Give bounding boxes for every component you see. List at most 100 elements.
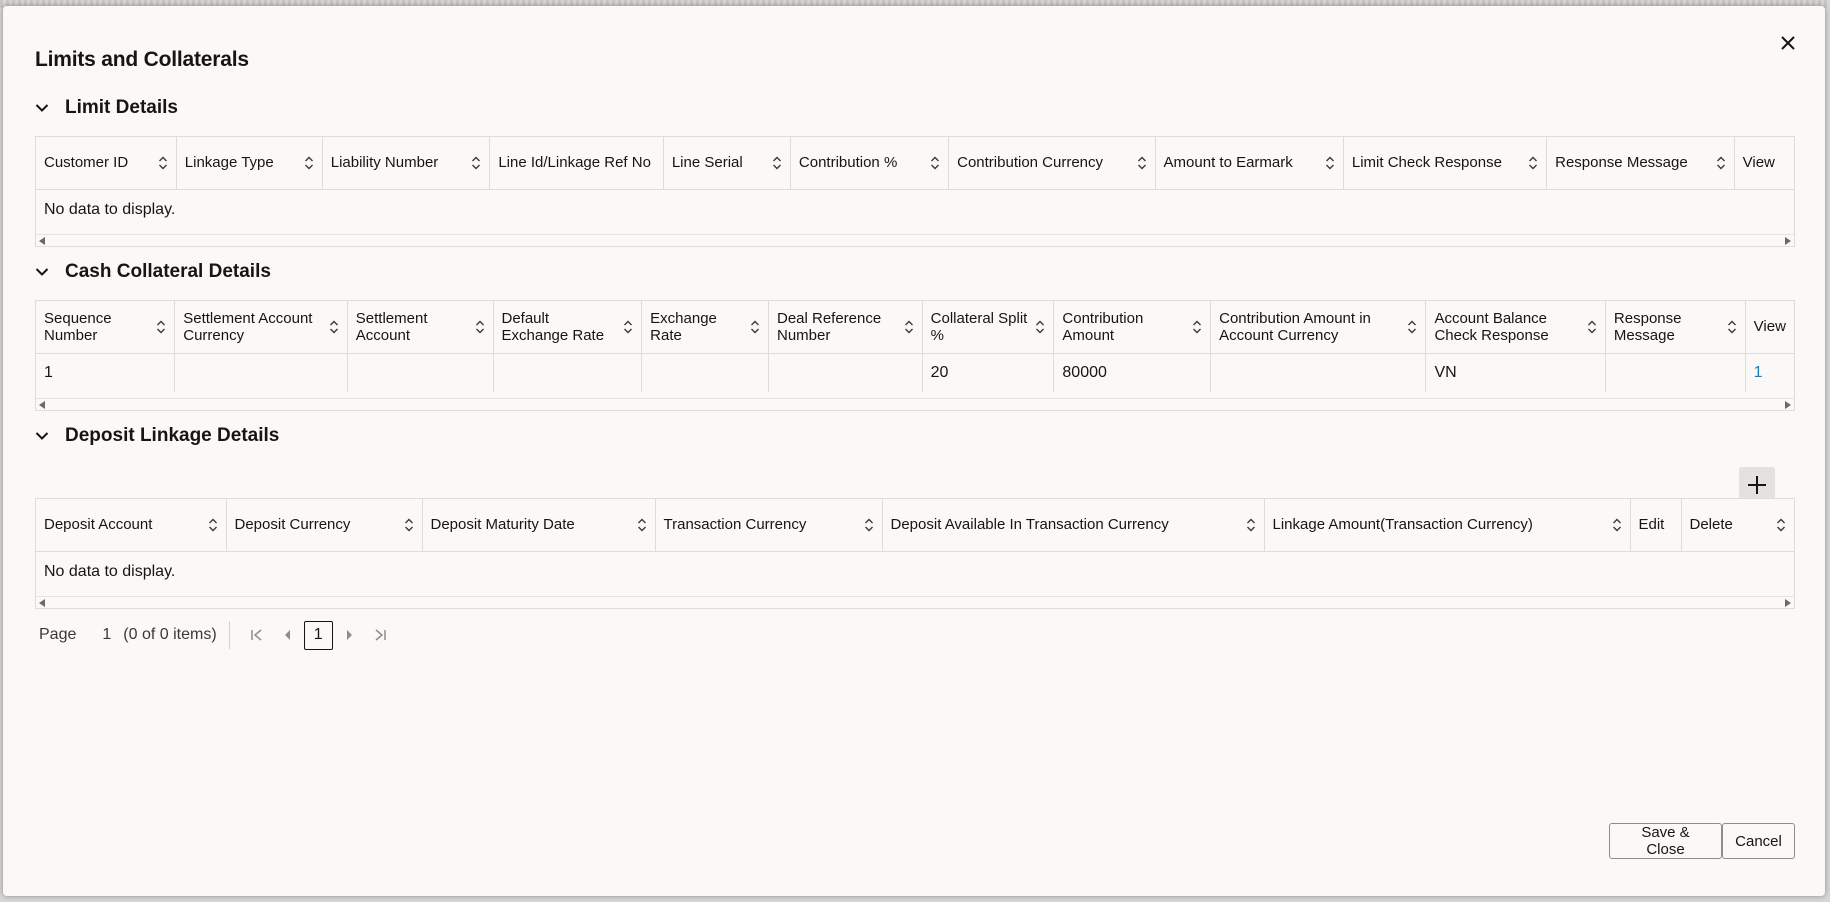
first-page-icon (250, 629, 262, 641)
cell-settlement-account-currency (174, 353, 348, 392)
plus-icon (1748, 476, 1766, 494)
sort-icon (208, 518, 218, 532)
col-contribution-amount-account-currency[interactable]: Contribution Amount in Account Currency (1210, 301, 1427, 354)
col-deal-reference-number[interactable]: Deal Reference Number (768, 301, 923, 354)
chevron-down-icon (35, 425, 57, 447)
col-deposit-available[interactable]: Deposit Available In Transaction Currenc… (882, 499, 1265, 552)
cell-exchange-rate (641, 353, 769, 392)
col-linkage-amount[interactable]: Linkage Amount(Transaction Currency) (1264, 499, 1631, 552)
cancel-button[interactable]: Cancel (1722, 823, 1795, 859)
cash-collateral-table: Sequence Number Settlement Account Curre… (35, 300, 1795, 411)
col-customer-id[interactable]: Customer ID (36, 137, 177, 190)
sort-icon (404, 518, 414, 532)
page-input[interactable]: 1 (102, 626, 111, 644)
limit-details-header[interactable]: Limit Details (35, 97, 178, 119)
col-response-message[interactable]: Response Message (1605, 301, 1746, 354)
sort-icon (304, 156, 314, 170)
scroll-right-icon[interactable] (1784, 599, 1791, 607)
col-liability-number[interactable]: Liability Number (322, 137, 491, 190)
chevron-down-icon (35, 97, 57, 119)
first-page-button[interactable] (242, 620, 272, 650)
sort-icon (329, 320, 339, 334)
cell-response-message (1605, 353, 1746, 392)
next-page-button[interactable] (335, 620, 365, 650)
cash-collateral-scrollbar[interactable] (36, 398, 1794, 410)
col-default-exchange-rate[interactable]: Default Exchange Rate (493, 301, 643, 354)
col-collateral-split[interactable]: Collateral Split % (922, 301, 1055, 354)
cell-account-balance-check-response: VN (1425, 353, 1606, 392)
last-page-icon (375, 629, 386, 641)
col-contribution-currency[interactable]: Contribution Currency (948, 137, 1156, 190)
col-account-balance-check-response[interactable]: Account Balance Check Response (1425, 301, 1606, 354)
scroll-left-icon[interactable] (39, 237, 46, 245)
cell-contribution-amount-account-currency (1210, 353, 1427, 392)
current-page-button[interactable]: 1 (303, 620, 333, 650)
col-linkage-type[interactable]: Linkage Type (176, 137, 323, 190)
col-exchange-rate[interactable]: Exchange Rate (641, 301, 769, 354)
col-sequence-number[interactable]: Sequence Number (36, 301, 176, 354)
sort-icon (1325, 156, 1335, 170)
col-view[interactable]: View (1745, 301, 1794, 354)
limit-details-table: Customer ID Linkage Type Liability Numbe… (35, 136, 1795, 247)
last-page-button[interactable] (365, 620, 395, 650)
col-deposit-currency[interactable]: Deposit Currency (226, 499, 423, 552)
table-row[interactable]: 1 20 80000 VN 1 (36, 353, 1794, 392)
sort-icon (1035, 320, 1045, 334)
col-settlement-account-currency[interactable]: Settlement Account Currency (174, 301, 348, 354)
col-deposit-account[interactable]: Deposit Account (36, 499, 227, 552)
cell-default-exchange-rate (493, 353, 643, 392)
cell-collateral-split: 20 (922, 353, 1055, 392)
close-button[interactable] (1773, 28, 1803, 58)
scroll-right-icon[interactable] (1784, 237, 1791, 245)
view-link[interactable]: 1 (1745, 353, 1794, 392)
sort-icon (1727, 320, 1737, 334)
sort-icon (1246, 518, 1256, 532)
deposit-linkage-header[interactable]: Deposit Linkage Details (35, 425, 279, 447)
sort-icon (1716, 156, 1726, 170)
limit-details-empty: No data to display. (44, 200, 176, 218)
col-amount-to-earmark[interactable]: Amount to Earmark (1155, 137, 1344, 190)
sort-icon (750, 320, 760, 334)
scroll-left-icon[interactable] (39, 599, 46, 607)
col-delete[interactable]: Delete (1681, 499, 1794, 552)
sort-icon (904, 320, 914, 334)
limits-collaterals-dialog: Limits and Collaterals Limit Details Cus… (3, 6, 1825, 896)
sort-icon (623, 320, 633, 334)
col-settlement-account[interactable]: Settlement Account (347, 301, 494, 354)
deposit-linkage-title: Deposit Linkage Details (65, 425, 280, 446)
deposit-linkage-table: Deposit Account Deposit Currency Deposit… (35, 498, 1795, 609)
col-view[interactable]: View (1734, 137, 1794, 190)
dialog-title: Limits and Collaterals (35, 48, 249, 71)
save-close-button[interactable]: Save & Close (1609, 823, 1722, 859)
sort-icon (471, 156, 481, 170)
cell-deal-reference-number (768, 353, 923, 392)
previous-page-button[interactable] (272, 620, 302, 650)
col-line-id[interactable]: Line Id/Linkage Ref No (489, 137, 664, 190)
items-count: (0 of 0 items) (123, 626, 217, 643)
sort-icon (1137, 156, 1147, 170)
sort-icon (1612, 518, 1622, 532)
sort-icon (156, 320, 166, 334)
col-line-serial[interactable]: Line Serial (663, 137, 791, 190)
cash-collateral-title: Cash Collateral Details (65, 261, 271, 282)
scroll-left-icon[interactable] (39, 401, 46, 409)
col-contribution-percent[interactable]: Contribution % (790, 137, 950, 190)
scroll-right-icon[interactable] (1784, 401, 1791, 409)
sort-icon (1587, 320, 1597, 334)
cash-collateral-header[interactable]: Cash Collateral Details (35, 261, 271, 283)
col-edit[interactable]: Edit (1630, 499, 1682, 552)
deposit-linkage-scrollbar[interactable] (36, 596, 1794, 608)
col-response-message[interactable]: Response Message (1546, 137, 1735, 190)
chevron-down-icon (35, 261, 57, 283)
col-deposit-maturity-date[interactable]: Deposit Maturity Date (422, 499, 656, 552)
col-transaction-currency[interactable]: Transaction Currency (655, 499, 883, 552)
col-limit-check-response[interactable]: Limit Check Response (1343, 137, 1548, 190)
col-contribution-amount[interactable]: Contribution Amount (1053, 301, 1212, 354)
close-icon (1781, 36, 1795, 50)
pager-divider (228, 621, 230, 649)
sort-icon (930, 156, 940, 170)
cell-settlement-account (347, 353, 494, 392)
sort-icon (475, 320, 485, 334)
limit-details-scrollbar[interactable] (36, 234, 1794, 246)
cell-contribution-amount: 80000 (1053, 353, 1212, 392)
